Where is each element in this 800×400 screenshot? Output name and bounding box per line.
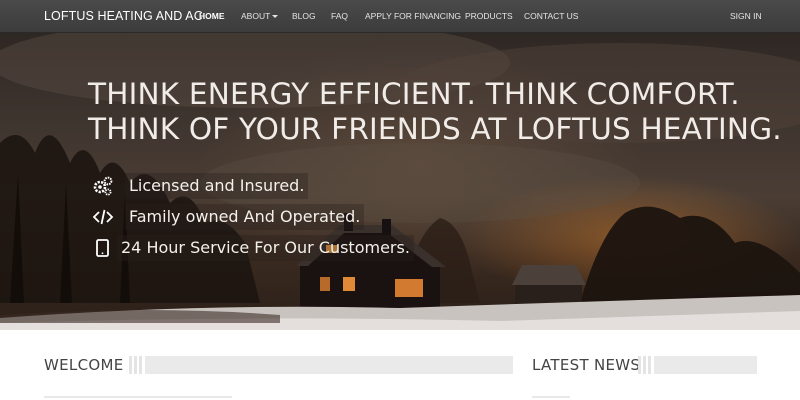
hero-banner: THINK ENERGY EFFICIENT. THINK COMFORT. T… (0, 33, 800, 330)
welcome-heading: WELCOME (44, 356, 124, 374)
feature-24-hour: 24 Hour Service For Our Customers. (92, 235, 414, 261)
tablet-icon (96, 239, 109, 257)
feature-licensed-text: Licensed and Insured. (125, 173, 309, 199)
hero-headline-line2: THINK OF YOUR FRIENDS AT LOFTUS HEATING. (88, 112, 782, 146)
hero-headline: THINK ENERGY EFFICIENT. THINK COMFORT. T… (88, 77, 788, 147)
welcome-underline (44, 396, 232, 398)
nav-about[interactable]: ABOUT (241, 0, 279, 33)
code-icon (92, 209, 114, 225)
brand-link[interactable]: LOFTUS HEATING AND AC (44, 0, 203, 33)
feature-licensed: Licensed and Insured. (92, 173, 332, 199)
hero-headline-line1: THINK ENERGY EFFICIENT. THINK COMFORT. (88, 77, 740, 111)
feature-24-hour-text: 24 Hour Service For Our Customers. (117, 235, 414, 261)
news-divider-bar (654, 356, 757, 374)
nav-contact-us[interactable]: CONTACT US (524, 0, 578, 33)
caret-down-icon (272, 15, 279, 19)
nav-home[interactable]: HOME (199, 0, 225, 33)
nav-about-label: ABOUT (241, 11, 271, 21)
nav-products[interactable]: PRODUCTS (465, 0, 513, 33)
news-underline (532, 396, 570, 398)
gears-icon (93, 176, 113, 196)
nav-blog[interactable]: BLOG (292, 0, 316, 33)
feature-family-owned-text: Family owned And Operated. (125, 204, 365, 230)
nav-apply-financing[interactable]: APPLY FOR FINANCING (365, 0, 461, 33)
welcome-divider-stripes (129, 356, 143, 374)
news-divider-stripes (638, 356, 652, 374)
nav-sign-in[interactable]: SIGN IN (730, 0, 762, 33)
feature-family-owned: Family owned And Operated. (92, 204, 372, 230)
welcome-divider-bar (145, 356, 513, 374)
nav-faq[interactable]: FAQ (331, 0, 348, 33)
top-navbar: LOFTUS HEATING AND AC HOME ABOUT BLOG FA… (0, 0, 800, 33)
latest-news-heading: LATEST NEWS (532, 356, 641, 374)
